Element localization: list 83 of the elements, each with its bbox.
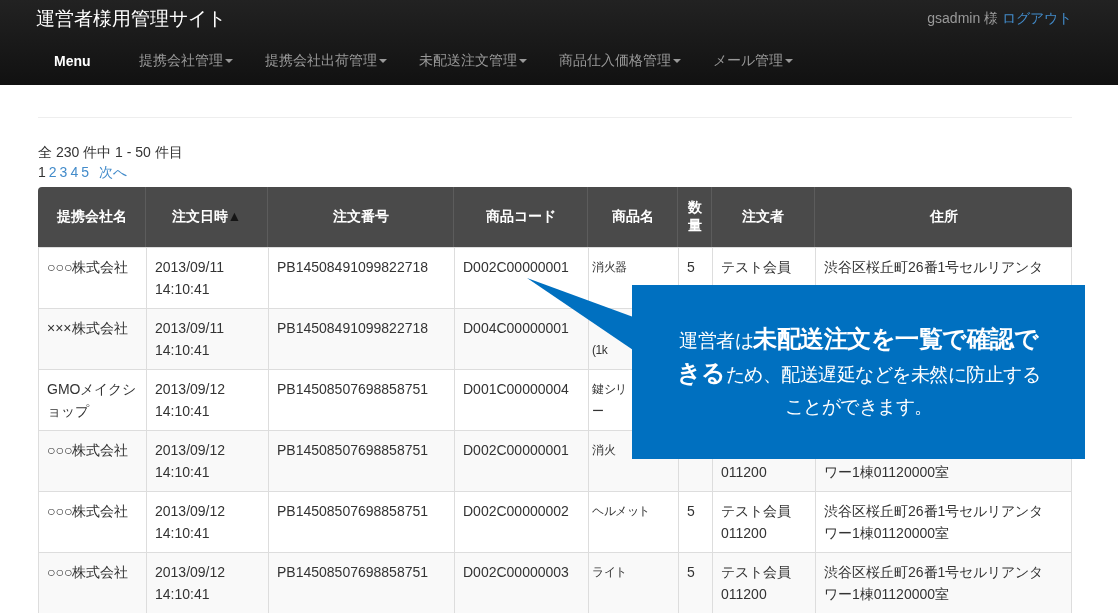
table-cell-text: D002C00000002: [463, 502, 570, 521]
table-cell-text: D002C00000001: [463, 441, 570, 460]
column-header[interactable]: 注文者: [712, 187, 815, 247]
nav-dropdown[interactable]: 提携会社出荷管理: [248, 52, 403, 70]
nav-dropdown[interactable]: 未配送注文管理: [402, 52, 543, 70]
table-cell-text: GMOメイクシ: [47, 380, 138, 399]
table-cell-text: 5: [687, 502, 696, 521]
table-cell-text: ライト: [592, 564, 628, 581]
result-count: 全 230 件中 1 - 50 件目: [38, 144, 184, 162]
logout-link[interactable]: ログアウト: [1002, 10, 1072, 26]
table-cell-text: 14:10:41: [155, 585, 211, 604]
page-link[interactable]: 4: [70, 164, 79, 182]
table-cell-text: 14:10:41: [155, 402, 211, 421]
table-cell-text: (1k: [592, 342, 609, 359]
column-header[interactable]: 商品名: [588, 187, 678, 247]
table-cell-text: PB14508507698858751: [277, 441, 430, 460]
table-cell-text: PB14508507698858751: [277, 563, 430, 582]
table-cell-text: 2013/09/12: [155, 380, 227, 399]
page-link[interactable]: 3: [59, 164, 68, 182]
table-cell-text: ワー1棟01120000室: [824, 463, 951, 482]
next-link[interactable]: 次へ: [99, 164, 127, 182]
table-cell-text: PB14508507698858751: [277, 502, 430, 521]
page-link[interactable]: 5: [81, 164, 89, 182]
table-cell-text: 5: [687, 563, 696, 582]
table-cell-text: D004C00000001: [463, 319, 570, 338]
site-title: 運営者様用管理サイト: [36, 7, 226, 31]
table-cell-text: D001C00000004: [463, 380, 570, 399]
table-cell-text: テスト会員: [721, 563, 792, 582]
table-cell-text: ○○○株式会社: [47, 563, 130, 582]
menu-label[interactable]: Menu: [36, 53, 123, 69]
callout-text: 運営者は未配送注文を一覧で確認できるため、配送遅延などを未然に防止することができます。: [632, 285, 1085, 459]
column-header[interactable]: 数量: [678, 187, 712, 247]
table-cell-text: 2013/09/12: [155, 563, 227, 582]
table-cell-text: ×××株式会社: [47, 319, 129, 338]
table-cell-text: ー: [592, 403, 605, 420]
page-link[interactable]: 2: [48, 164, 57, 182]
table-cell-text: 14:10:41: [155, 341, 211, 360]
column-header[interactable]: 住所: [815, 187, 1072, 247]
table-cell-text: 011200: [721, 463, 768, 482]
table-cell-text: PB14508491099822718: [277, 319, 430, 338]
table-cell-text: 渋谷区桜丘町26番1号セルリアンタ: [824, 502, 1045, 521]
caret-icon: [784, 59, 793, 64]
table-cell-text: ヘルメット: [592, 503, 651, 520]
table-cell-text: 14:10:41: [155, 280, 211, 299]
table-cell-text: 消火器: [592, 259, 628, 276]
table-cell-text: 14:10:41: [155, 524, 211, 543]
table-cell-text: 2013/09/11: [155, 258, 226, 277]
table-cell-text: 2013/09/12: [155, 502, 227, 521]
table-cell-text: 渋谷区桜丘町26番1号セルリアンタ: [824, 563, 1045, 582]
nav-dropdown[interactable]: 提携会社管理: [122, 52, 249, 70]
table-cell-text: 鍵シリ: [592, 381, 628, 398]
table-cell-text: 011200: [721, 524, 768, 543]
table-cell-text: 011200: [721, 585, 768, 604]
caret-icon: [224, 59, 233, 64]
table-cell-text: テスト会員: [721, 502, 792, 521]
column-header[interactable]: 注文番号: [268, 187, 454, 247]
nav-dropdown[interactable]: 商品仕入価格管理: [542, 52, 697, 70]
table-cell-text: PB14508491099822718: [277, 258, 430, 277]
table-cell-text: 14:10:41: [155, 463, 211, 482]
table-cell-text: D002C00000001: [463, 258, 570, 277]
table-cell-text: ○○○株式会社: [47, 258, 130, 277]
column-header[interactable]: 商品コード: [454, 187, 588, 247]
table-cell-text: 2013/09/11: [155, 319, 226, 338]
table-cell-text: ○○○株式会社: [47, 441, 130, 460]
table-cell-text: ワー1棟01120000室: [824, 524, 951, 543]
table-cell-text: 渋谷区桜丘町26番1号セルリアンタ: [824, 258, 1045, 277]
table-cell-text: 2013/09/12: [155, 441, 227, 460]
caret-icon: [518, 59, 527, 64]
caret-icon: [378, 59, 387, 64]
nav-dropdown[interactable]: メール管理: [696, 52, 809, 70]
caret-icon: [672, 59, 681, 64]
table-cell-text: 消火: [592, 442, 616, 459]
column-header[interactable]: 注文日時▲: [146, 187, 268, 247]
user-name: gsadmin 様: [927, 10, 999, 26]
table-cell-text: ワー1棟01120000室: [824, 585, 951, 604]
table-cell-text: D002C00000003: [463, 563, 570, 582]
table-cell-text: ○○○株式会社: [47, 502, 130, 521]
table-cell-text: ョップ: [47, 402, 91, 421]
table-cell-text: 5: [687, 258, 696, 277]
table-cell-text: PB14508507698858751: [277, 380, 430, 399]
column-header[interactable]: 提携会社名: [38, 187, 146, 247]
page-link[interactable]: 1: [38, 164, 46, 182]
table-cell-text: テスト会員: [721, 258, 792, 277]
